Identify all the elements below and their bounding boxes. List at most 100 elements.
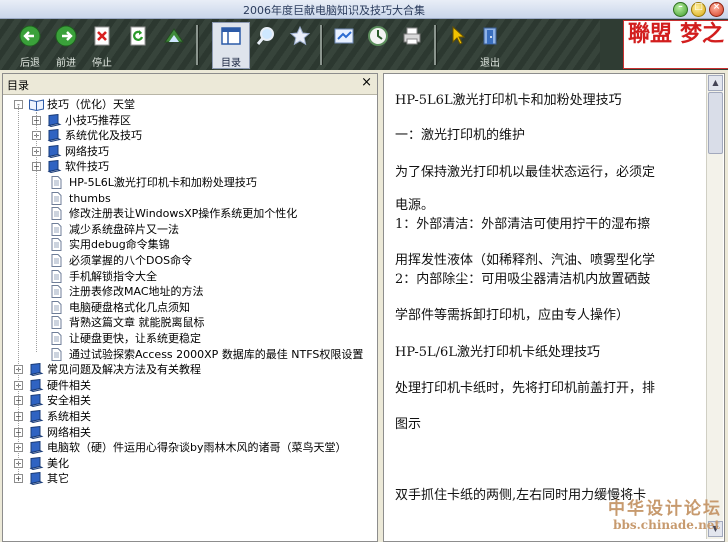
- tree-folder-item[interactable]: + 安全相关: [3, 393, 375, 409]
- content-line: 用挥发性液体（如稀释剂、汽油、喷雾型化学: [395, 253, 656, 268]
- page-icon: [51, 285, 62, 299]
- tree-page-item[interactable]: 必须掌握的八个DOS命令: [3, 253, 375, 269]
- tree-page-item[interactable]: 通过试验探索Access 2000XP 数据库的最佳 NTFS权限设置: [3, 347, 375, 363]
- tree-item-label: 技巧（优化）天堂: [47, 98, 135, 111]
- search-button[interactable]: [248, 23, 284, 67]
- exit-button[interactable]: 退出: [472, 23, 508, 69]
- scroll-thumb[interactable]: [708, 92, 723, 154]
- watermark-title: 中华设计论坛: [608, 499, 722, 519]
- content-line: 1：外部清洁：外部清洁可使用拧干的湿布擦: [395, 217, 651, 232]
- expand-icon[interactable]: +: [14, 474, 23, 484]
- forward-arrow-icon: [55, 25, 77, 47]
- tree-item-label: 电脑硬盘格式化几点须知: [69, 300, 190, 314]
- tree-item-label: 常见问题及解决方法及有关教程: [47, 363, 201, 377]
- page-icon: [51, 269, 62, 283]
- tree-page-item[interactable]: thumbs: [3, 191, 375, 207]
- page-icon: [51, 316, 62, 330]
- book-icon: [29, 456, 44, 470]
- content-view[interactable]: HP-5L6L激光打印机卡和加粉处理技巧 一：激光打印机的维护 为了保持激光打印…: [383, 73, 725, 542]
- content-scrollbar[interactable]: ▲ ▼: [706, 74, 723, 539]
- tree-page-item[interactable]: 背熟这篇文章 就能脱离鼠标: [3, 315, 375, 331]
- tree-item-label: 网络相关: [47, 425, 91, 439]
- tree-item-label: HP-5L6L激光打印机卡和加粉处理技巧: [69, 176, 257, 189]
- contents-tree: - 技巧（优化）天堂 + 小技巧推荐区 + 系统优化及技巧 + 网络技巧 + 软件技巧 HP-5L6…: [3, 95, 377, 540]
- refresh-button[interactable]: [120, 23, 156, 67]
- content-line: 图示: [395, 417, 422, 432]
- tree-page-item[interactable]: 修改注册表让WindowsXP操作系统更加个性化: [3, 206, 375, 222]
- stop-icon: [94, 26, 110, 46]
- open-book-icon: [29, 99, 44, 111]
- watermark: 中华设计论坛 bbs.chinade.net: [586, 494, 728, 540]
- tree-item-label: 小技巧推荐区: [65, 113, 131, 127]
- tree-item-label: 背熟这篇文章 就能脱离鼠标: [69, 316, 205, 330]
- tree-folder-item[interactable]: + 系统优化及技巧: [3, 128, 375, 144]
- book-icon: [29, 363, 44, 377]
- history-icon: [368, 26, 388, 46]
- history-button[interactable]: [360, 23, 396, 67]
- logo-text-1: 聯盟: [627, 21, 672, 47]
- tree-item-label: 通过试验探索Access 2000XP 数据库的最佳 NTFS权限设置: [69, 347, 364, 361]
- tree-page-item[interactable]: HP-5L6L激光打印机卡和加粉处理技巧: [3, 175, 375, 191]
- tree-page-item[interactable]: 实用debug命令集锦: [3, 237, 375, 253]
- print-button[interactable]: [394, 23, 430, 67]
- tree-folder-item[interactable]: + 网络相关: [3, 425, 375, 441]
- content-line: HP-5L/6L激光打印机卡纸处理技巧: [395, 345, 600, 360]
- tree-folder-item[interactable]: + 硬件相关: [3, 378, 375, 394]
- tree-folder-item[interactable]: + 其它: [3, 471, 375, 487]
- content-line: 2：内部除尘：可用吸尘器清洁机内放置硒鼓: [395, 272, 651, 287]
- tree-item-label: 系统优化及技巧: [65, 129, 142, 143]
- watermark-url: bbs.chinade.net: [613, 518, 720, 532]
- contents-icon: [221, 27, 241, 45]
- close-pane-icon[interactable]: ×: [361, 75, 372, 90]
- tree-item-label: 手机解锁指令大全: [69, 269, 157, 283]
- locate-icon: [334, 28, 354, 44]
- tree-item-label: 实用debug命令集锦: [69, 238, 170, 252]
- close-button[interactable]: ×: [709, 2, 724, 17]
- maximize-button[interactable]: □: [691, 2, 706, 17]
- page-icon: [51, 191, 62, 205]
- tree-folder-item[interactable]: + 美化: [3, 456, 375, 472]
- tree-folder-item[interactable]: + 网络技巧: [3, 144, 375, 160]
- tree-item-label: 网络技巧: [65, 144, 109, 158]
- content-line: 电源。: [395, 198, 435, 213]
- title-bar: 2006年度巨献电脑知识及技巧大合集 – □ ×: [0, 0, 728, 19]
- favorites-button[interactable]: [282, 23, 318, 67]
- refresh-icon: [130, 26, 146, 46]
- tree-page-item[interactable]: 减少系统盘碎片又一法: [3, 222, 375, 238]
- tree-page-item[interactable]: 手机解锁指令大全: [3, 269, 375, 285]
- tree-page-item[interactable]: 让硬盘更快，让系统更稳定: [3, 331, 375, 347]
- tree-folder-item[interactable]: + 电脑软（硬）件运用心得杂谈by雨林木风的诸哥（菜鸟天堂）: [3, 440, 375, 456]
- forward-button[interactable]: 前进: [48, 23, 84, 69]
- contents-pane: 目录 × - 技巧（优化）天堂 + 小技巧推荐区 + 系统优化及技巧 + 网络技巧 + 软件技巧 H…: [2, 73, 378, 542]
- back-button[interactable]: 后退: [12, 23, 48, 69]
- scroll-up-icon[interactable]: ▲: [708, 75, 723, 91]
- tree-folder-item[interactable]: + 小技巧推荐区: [3, 113, 375, 129]
- book-icon: [47, 113, 62, 127]
- tree-folder-item[interactable]: + 软件技巧: [3, 159, 375, 175]
- contents-button[interactable]: 目录: [212, 22, 250, 69]
- home-button[interactable]: [156, 23, 192, 67]
- pointer-icon: [452, 25, 466, 45]
- tree-item-label: 注册表修改MAC地址的方法: [69, 285, 204, 299]
- favorites-star-icon: [289, 25, 311, 46]
- tree-folder-item[interactable]: + 常见问题及解决方法及有关教程: [3, 362, 375, 378]
- tree-item-label: 必须掌握的八个DOS命令: [69, 254, 193, 267]
- stop-button[interactable]: 停止: [84, 23, 120, 69]
- toolbar: 后退 前进 停止 目录 退出: [0, 19, 728, 70]
- book-icon: [47, 144, 62, 158]
- book-icon: [29, 378, 44, 392]
- tree-item-label: 减少系统盘碎片又一法: [69, 222, 179, 236]
- tree-item-label: 其它: [47, 472, 69, 486]
- tree-item-label: thumbs: [69, 191, 111, 205]
- tree-folder-item[interactable]: - 技巧（优化）天堂: [3, 97, 375, 113]
- locate-button[interactable]: [326, 23, 362, 67]
- tree-item-label: 让硬盘更快，让系统更稳定: [69, 332, 201, 345]
- tree-page-item[interactable]: 电脑硬盘格式化几点须知: [3, 300, 375, 316]
- tree-connector: [36, 112, 37, 352]
- minimize-button[interactable]: –: [673, 2, 688, 17]
- tree-folder-item[interactable]: + 系统相关: [3, 409, 375, 425]
- window-title: 2006年度巨献电脑知识及技巧大合集: [243, 4, 425, 17]
- page-icon: [51, 300, 62, 314]
- page-icon: [51, 222, 62, 236]
- tree-page-item[interactable]: 注册表修改MAC地址的方法: [3, 284, 375, 300]
